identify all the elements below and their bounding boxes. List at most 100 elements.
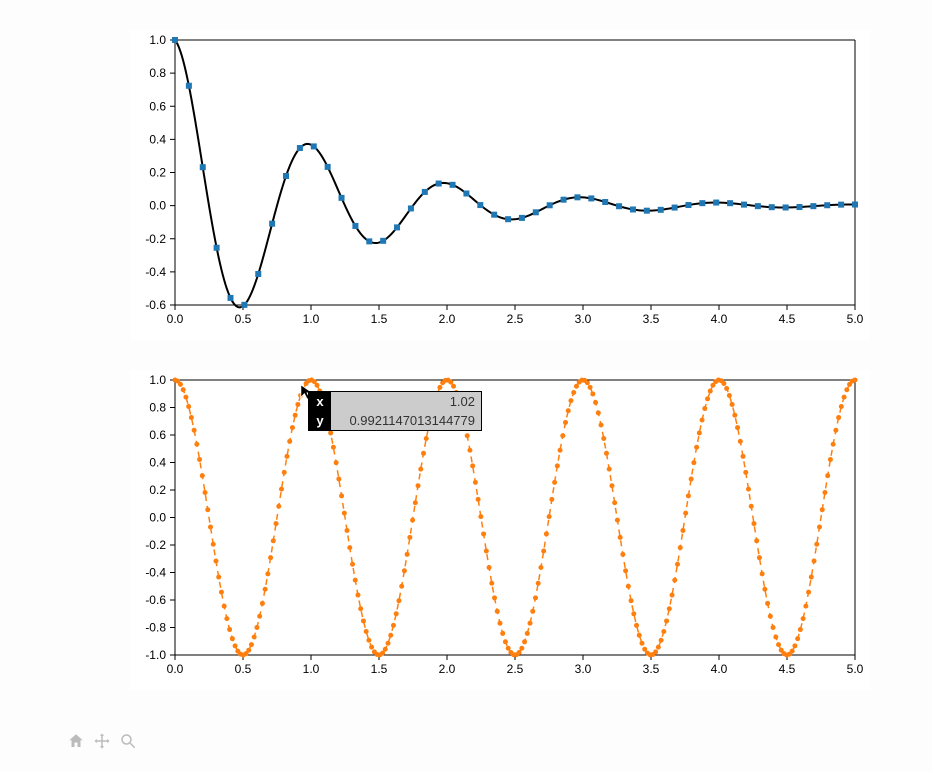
y-tick-label: 0.6 [149,99,166,113]
marker [394,224,400,230]
axes-bottom[interactable]: 0.00.51.01.52.02.53.03.54.04.55.0-1.0-0.… [130,370,870,690]
marker [402,568,407,573]
marker [555,463,560,468]
marker [276,504,281,509]
marker [549,497,554,502]
zoom-button[interactable] [117,730,139,752]
marker [735,425,740,430]
x-tick-label: 1.5 [371,312,388,326]
y-tick-label: 0.0 [149,199,166,213]
marker [634,623,639,628]
marker [738,439,743,444]
marker [593,400,598,405]
marker [757,555,762,560]
marker [252,635,257,640]
marker [661,629,666,634]
marker [205,507,210,512]
pan-button[interactable] [91,730,113,752]
figure-toolbar [65,730,139,752]
marker [836,415,841,420]
marker [334,460,339,465]
marker [315,383,320,388]
marker [172,37,178,43]
marker [547,514,552,519]
y-tick-label: -0.6 [145,593,166,607]
marker [853,378,858,383]
x-tick-label: 3.5 [643,662,660,676]
marker [186,83,192,89]
marker [689,476,694,481]
marker [410,518,415,523]
marker [451,384,456,389]
marker [536,581,541,586]
x-tick-label: 0.5 [235,312,252,326]
marker [301,386,306,391]
marker [484,548,489,553]
marker [241,302,247,308]
x-tick-label: 2.5 [507,662,524,676]
marker [751,521,756,526]
marker [450,182,456,188]
marker [470,463,475,468]
marker [246,648,251,653]
marker [771,625,776,630]
x-tick-label: 4.0 [711,312,728,326]
marker [197,457,202,462]
marker [476,497,481,502]
marker [773,635,778,640]
x-tick-label: 0.0 [167,662,184,676]
marker [730,402,735,407]
x-tick-label: 5.0 [847,662,864,676]
marker [574,384,579,389]
marker [852,202,858,208]
marker [741,202,747,208]
marker [760,571,765,576]
x-tick-label: 2.5 [507,312,524,326]
tooltip-y-label: y [309,411,331,430]
marker [552,480,557,485]
marker [713,200,719,206]
marker [609,483,614,488]
marker [492,595,497,600]
marker [487,565,492,570]
marker [670,593,675,598]
marker [768,614,773,619]
marker [214,245,220,251]
y-tick-label: 0.0 [149,511,166,525]
marker [290,425,295,430]
y-tick-label: -0.6 [145,298,166,312]
marker [311,143,317,149]
series-damped-cosine-line [175,40,855,307]
marker [391,623,396,628]
marker [810,203,816,209]
x-tick-label: 5.0 [847,312,864,326]
marker [255,271,261,277]
marker [769,204,775,210]
marker [219,590,224,595]
marker [200,164,206,170]
marker [352,223,358,229]
y-tick-label: 0.2 [149,166,166,180]
figure-canvas: 0.00.51.01.52.02.53.03.54.04.55.0-0.6-0.… [0,0,932,772]
marker [260,601,265,606]
y-tick-label: 0.6 [149,428,166,442]
marker [776,642,781,647]
marker [421,451,426,456]
marker [361,618,366,623]
axes-top[interactable]: 0.00.51.01.52.02.53.03.54.04.55.0-0.6-0.… [130,30,870,340]
marker [477,202,483,208]
marker [497,621,502,626]
marker [574,194,580,200]
marker [422,189,428,195]
marker [672,578,677,583]
marker [386,641,391,646]
marker [358,606,363,611]
marker [295,402,300,407]
marker [364,629,369,634]
marker [727,393,732,398]
home-button[interactable] [65,730,87,752]
marker [602,199,608,205]
marker [211,542,216,547]
marker [801,616,806,621]
marker [678,545,683,550]
